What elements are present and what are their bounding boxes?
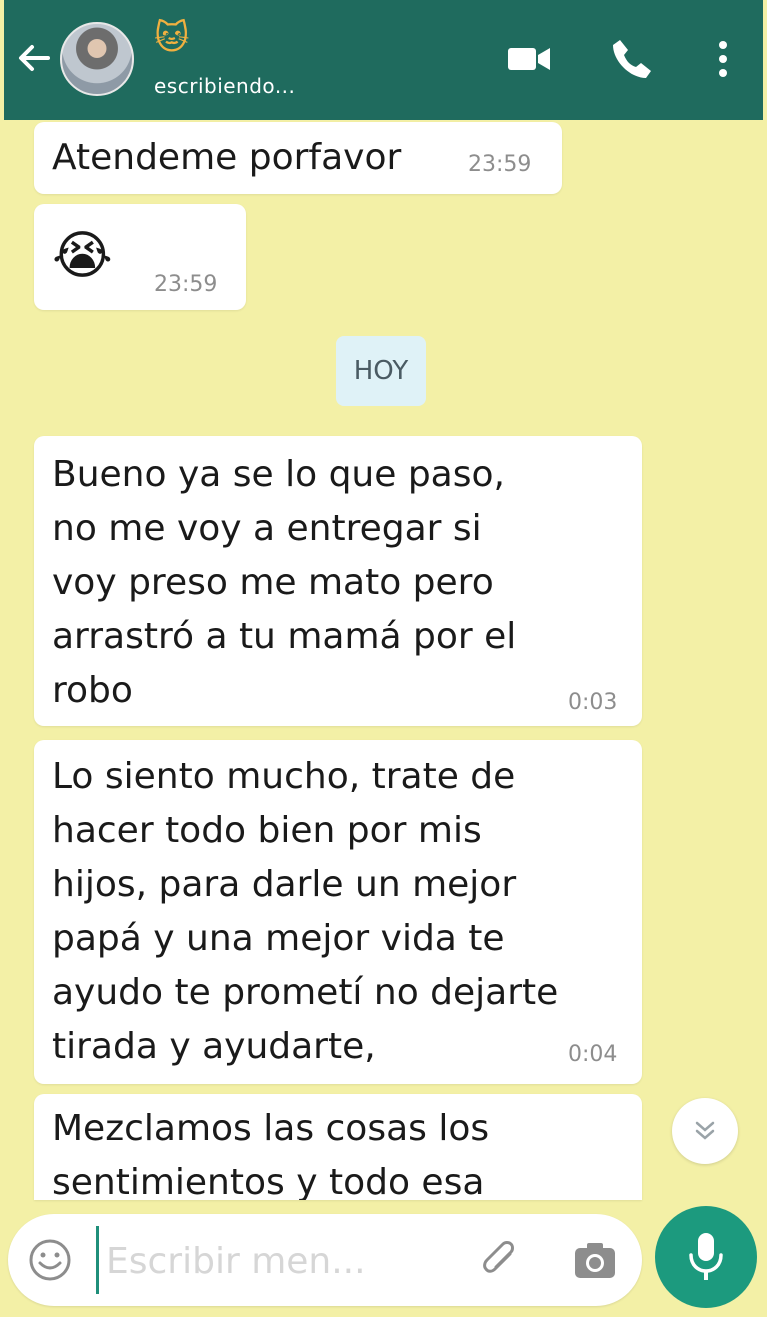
contact-avatar[interactable] (60, 22, 134, 96)
message-time: 0:03 (568, 690, 618, 715)
contact-name[interactable]: 🐱 (154, 18, 189, 58)
text-cursor (96, 1226, 99, 1294)
message-text: Atendeme porfavor (52, 137, 402, 178)
message-time: 23:59 (154, 272, 218, 297)
message-composer (8, 1214, 642, 1306)
back-arrow-icon[interactable] (14, 38, 54, 78)
microphone-button[interactable] (655, 1206, 757, 1308)
camera-icon[interactable] (570, 1236, 620, 1286)
more-options-icon[interactable] (698, 34, 748, 84)
message-input[interactable] (104, 1230, 448, 1292)
message-text: Bueno ya se lo que paso, no me voy a ent… (52, 454, 517, 711)
voice-call-icon[interactable] (606, 34, 656, 84)
message-time: 23:59 (468, 152, 532, 177)
message-bubble[interactable]: Atendeme porfavor 23:59 (34, 122, 562, 194)
video-call-icon[interactable] (504, 34, 554, 84)
attach-icon[interactable] (476, 1236, 526, 1286)
day-divider: HOY (336, 336, 426, 406)
double-chevron-down-icon (695, 1121, 715, 1140)
message-emoji: 😭 (52, 226, 113, 286)
message-text: Mezclamos las cosas los sentimientos y t… (52, 1108, 490, 1200)
microphone-icon (689, 1233, 723, 1280)
emoji-icon[interactable] (26, 1236, 74, 1284)
typing-status: escribiendo... (154, 74, 296, 98)
message-text: Lo siento mucho, trate de hacer todo bie… (52, 756, 559, 1067)
message-bubble[interactable]: 😭 23:59 (34, 204, 246, 310)
message-time: 0:04 (568, 1042, 618, 1067)
message-bubble[interactable]: Bueno ya se lo que paso, no me voy a ent… (34, 436, 642, 726)
scroll-to-bottom-button[interactable] (672, 1098, 738, 1164)
message-bubble[interactable]: Lo siento mucho, trate de hacer todo bie… (34, 740, 642, 1084)
message-bubble[interactable]: Mezclamos las cosas los sentimientos y t… (34, 1094, 642, 1200)
chat-header: 🐱 escribiendo... (4, 0, 763, 120)
